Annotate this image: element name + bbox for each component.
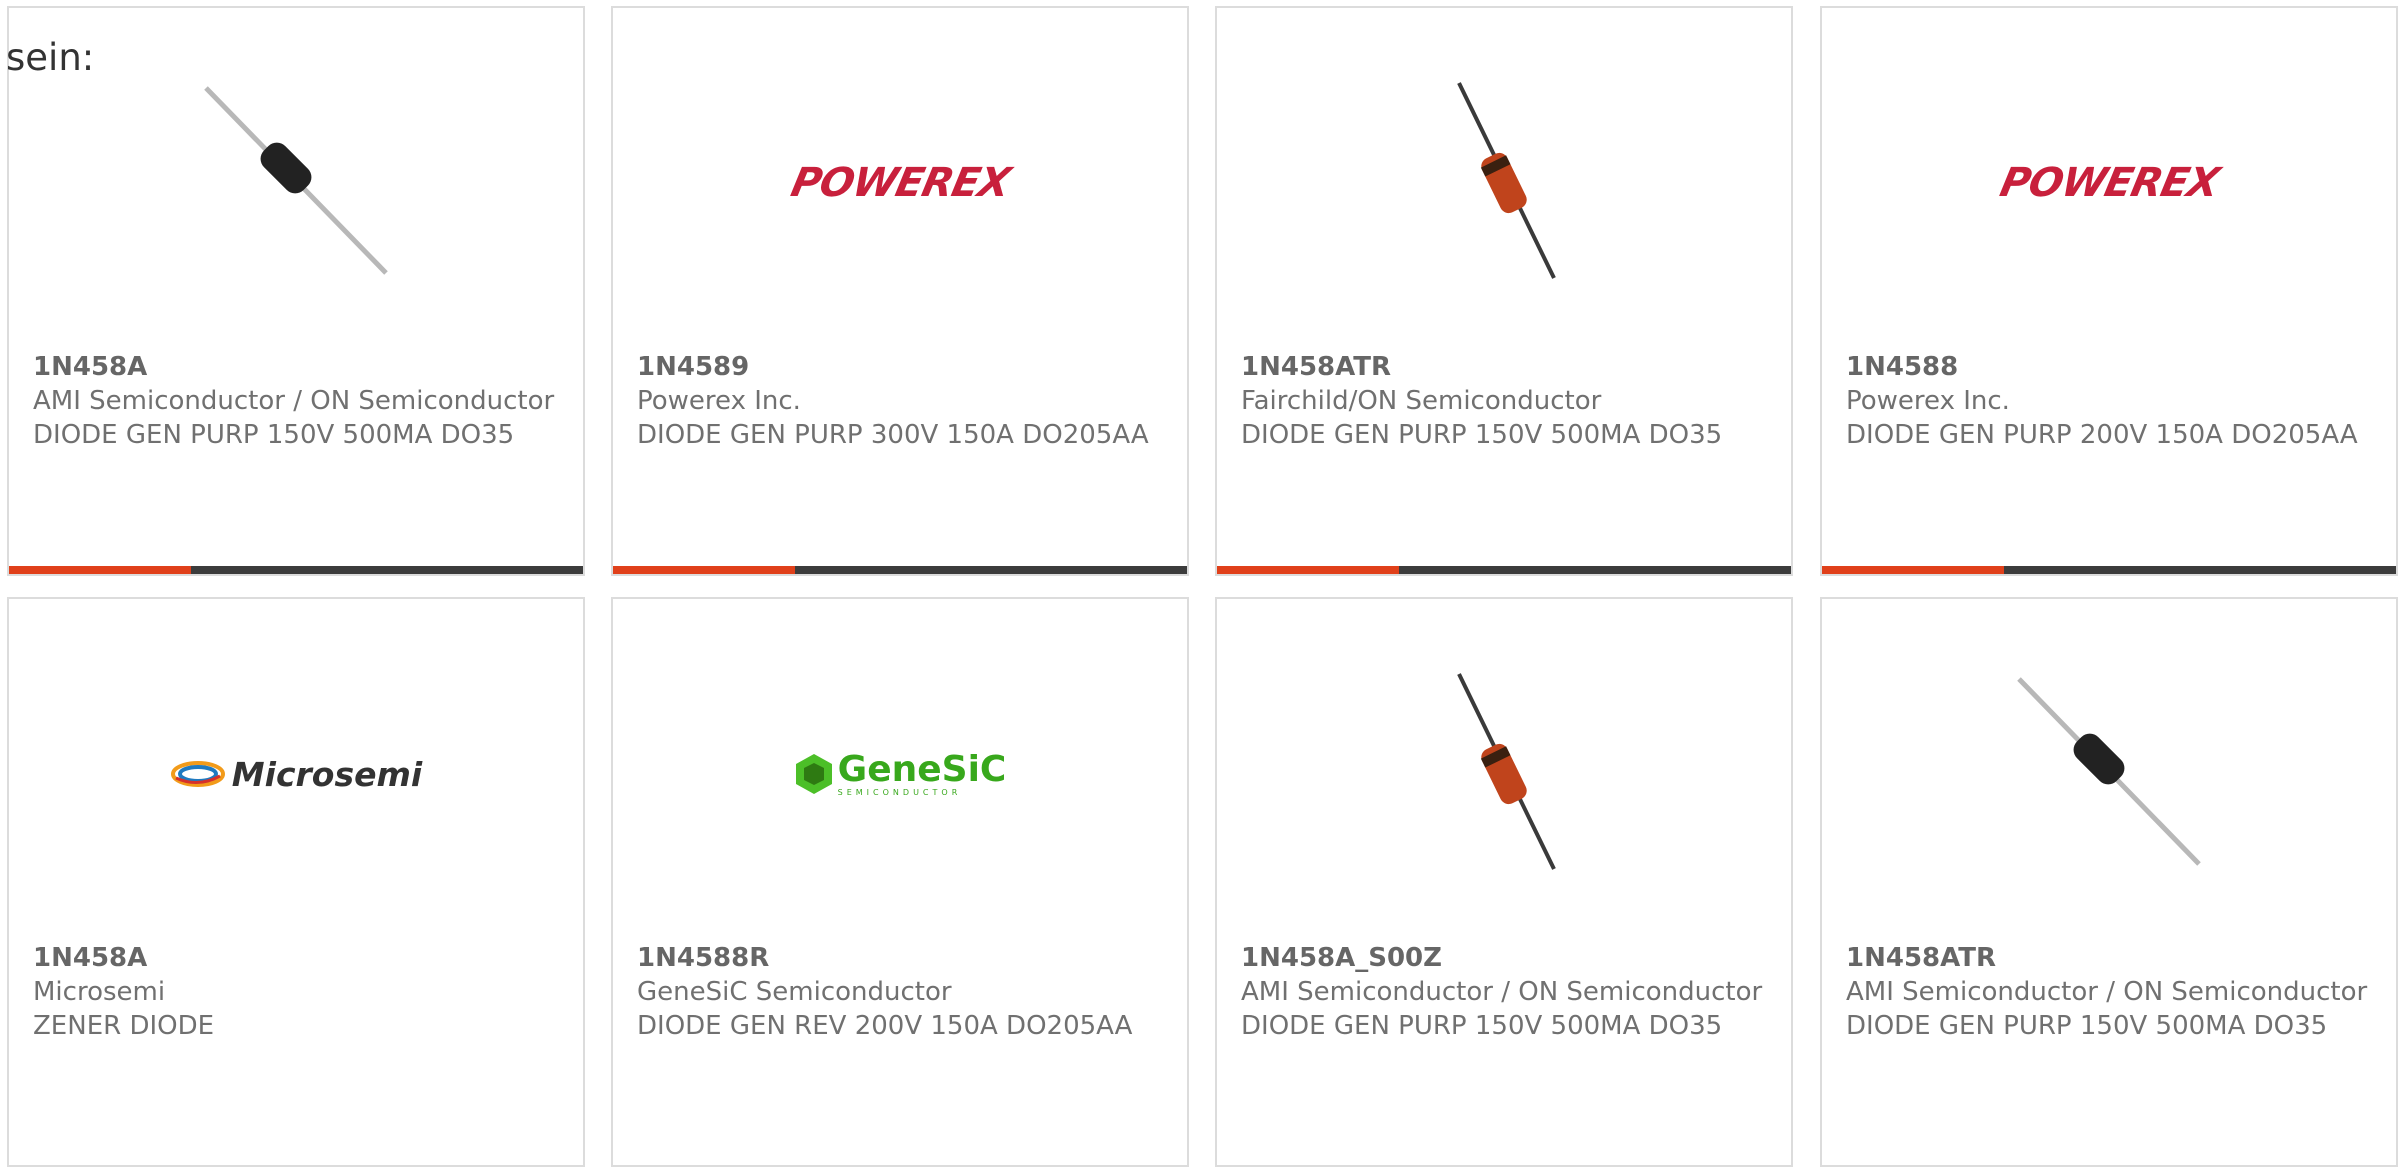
manufacturer: GeneSiC Semiconductor <box>637 977 952 1007</box>
manufacturer: AMI Semiconductor / ON Semiconductor <box>1846 977 2368 1007</box>
manufacturer: Fairchild/ON Semiconductor <box>1241 386 1602 416</box>
genesic-wordmark: GeneSiC <box>837 748 1007 790</box>
card-bar <box>1217 566 1791 574</box>
powerex-logo: POWEREX <box>1995 160 2223 206</box>
manufacturer: AMI Semiconductor / ON Semiconductor <box>1241 977 1763 1007</box>
card-bar <box>9 566 583 574</box>
product-image[interactable]: POWEREX <box>1822 78 2396 288</box>
description: DIODE GEN PURP 300V 150A DO205AA <box>637 420 1149 450</box>
product-card[interactable]: GeneSiC SEMICONDUCTOR 1N4588R GeneSiC Se… <box>611 597 1189 1167</box>
manufacturer: Microsemi <box>33 977 166 1007</box>
description: DIODE GEN REV 200V 150A DO205AA <box>637 1011 1133 1041</box>
product-card[interactable]: 1N458ATR AMI Semiconductor / ON Semicond… <box>1820 597 2398 1167</box>
card-bar-accent <box>9 566 191 574</box>
product-card[interactable]: POWEREX 1N4588 Powerex Inc. DIODE GEN PU… <box>1820 6 2398 576</box>
description: DIODE GEN PURP 150V 500MA DO35 <box>1241 420 1723 450</box>
manufacturer: Powerex Inc. <box>1846 386 2010 416</box>
product-image[interactable] <box>1217 78 1791 288</box>
product-card[interactable]: Microsemi 1N458A Microsemi ZENER DIODE <box>7 597 585 1167</box>
card-bar-accent <box>1822 566 2004 574</box>
description: ZENER DIODE <box>33 1011 215 1041</box>
genesic-hex-icon <box>795 754 832 794</box>
product-image[interactable]: Microsemi <box>9 669 583 879</box>
microsemi-wordmark: Microsemi <box>231 754 423 794</box>
manufacturer: AMI Semiconductor / ON Semiconductor <box>33 386 555 416</box>
powerex-logo: POWEREX <box>786 160 1014 206</box>
part-number[interactable]: 1N4588 <box>1846 350 2376 384</box>
card-bar-accent <box>1217 566 1399 574</box>
part-number[interactable]: 1N458A_S00Z <box>1241 941 1771 975</box>
genesic-subtitle: SEMICONDUCTOR <box>837 787 962 797</box>
microsemi-swirl-icon <box>170 761 225 787</box>
product-image[interactable]: POWEREX <box>613 78 1187 288</box>
card-bar <box>613 566 1187 574</box>
product-image[interactable]: GeneSiC SEMICONDUCTOR <box>613 669 1187 879</box>
genesic-logo: GeneSiC SEMICONDUCTOR <box>794 748 1007 797</box>
description: DIODE GEN PURP 200V 150A DO205AA <box>1846 420 2358 450</box>
part-number[interactable]: 1N458A <box>33 350 563 384</box>
manufacturer: Powerex Inc. <box>637 386 801 416</box>
product-image[interactable] <box>1822 669 2396 879</box>
product-image[interactable] <box>1217 669 1791 879</box>
card-bar <box>1822 566 2396 574</box>
part-number[interactable]: 1N458ATR <box>1846 941 2376 975</box>
card-bar-accent <box>613 566 795 574</box>
product-card[interactable]: 1N458A AMI Semiconductor / ON Semiconduc… <box>7 6 585 576</box>
product-card[interactable]: 1N458A_S00Z AMI Semiconductor / ON Semic… <box>1215 597 1793 1167</box>
part-number[interactable]: 1N458ATR <box>1241 350 1771 384</box>
microsemi-logo: Microsemi <box>170 755 422 794</box>
description: DIODE GEN PURP 150V 500MA DO35 <box>1846 1011 2328 1041</box>
description: DIODE GEN PURP 150V 500MA DO35 <box>1241 1011 1723 1041</box>
part-number[interactable]: 1N458A <box>33 941 563 975</box>
description: DIODE GEN PURP 150V 500MA DO35 <box>33 420 515 450</box>
part-number[interactable]: 1N4589 <box>637 350 1167 384</box>
part-number[interactable]: 1N4588R <box>637 941 1167 975</box>
product-image[interactable] <box>9 78 583 288</box>
intro-text: sein: <box>6 36 95 79</box>
product-card[interactable]: POWEREX 1N4589 Powerex Inc. DIODE GEN PU… <box>611 6 1189 576</box>
product-card[interactable]: 1N458ATR Fairchild/ON Semiconductor DIOD… <box>1215 6 1793 576</box>
